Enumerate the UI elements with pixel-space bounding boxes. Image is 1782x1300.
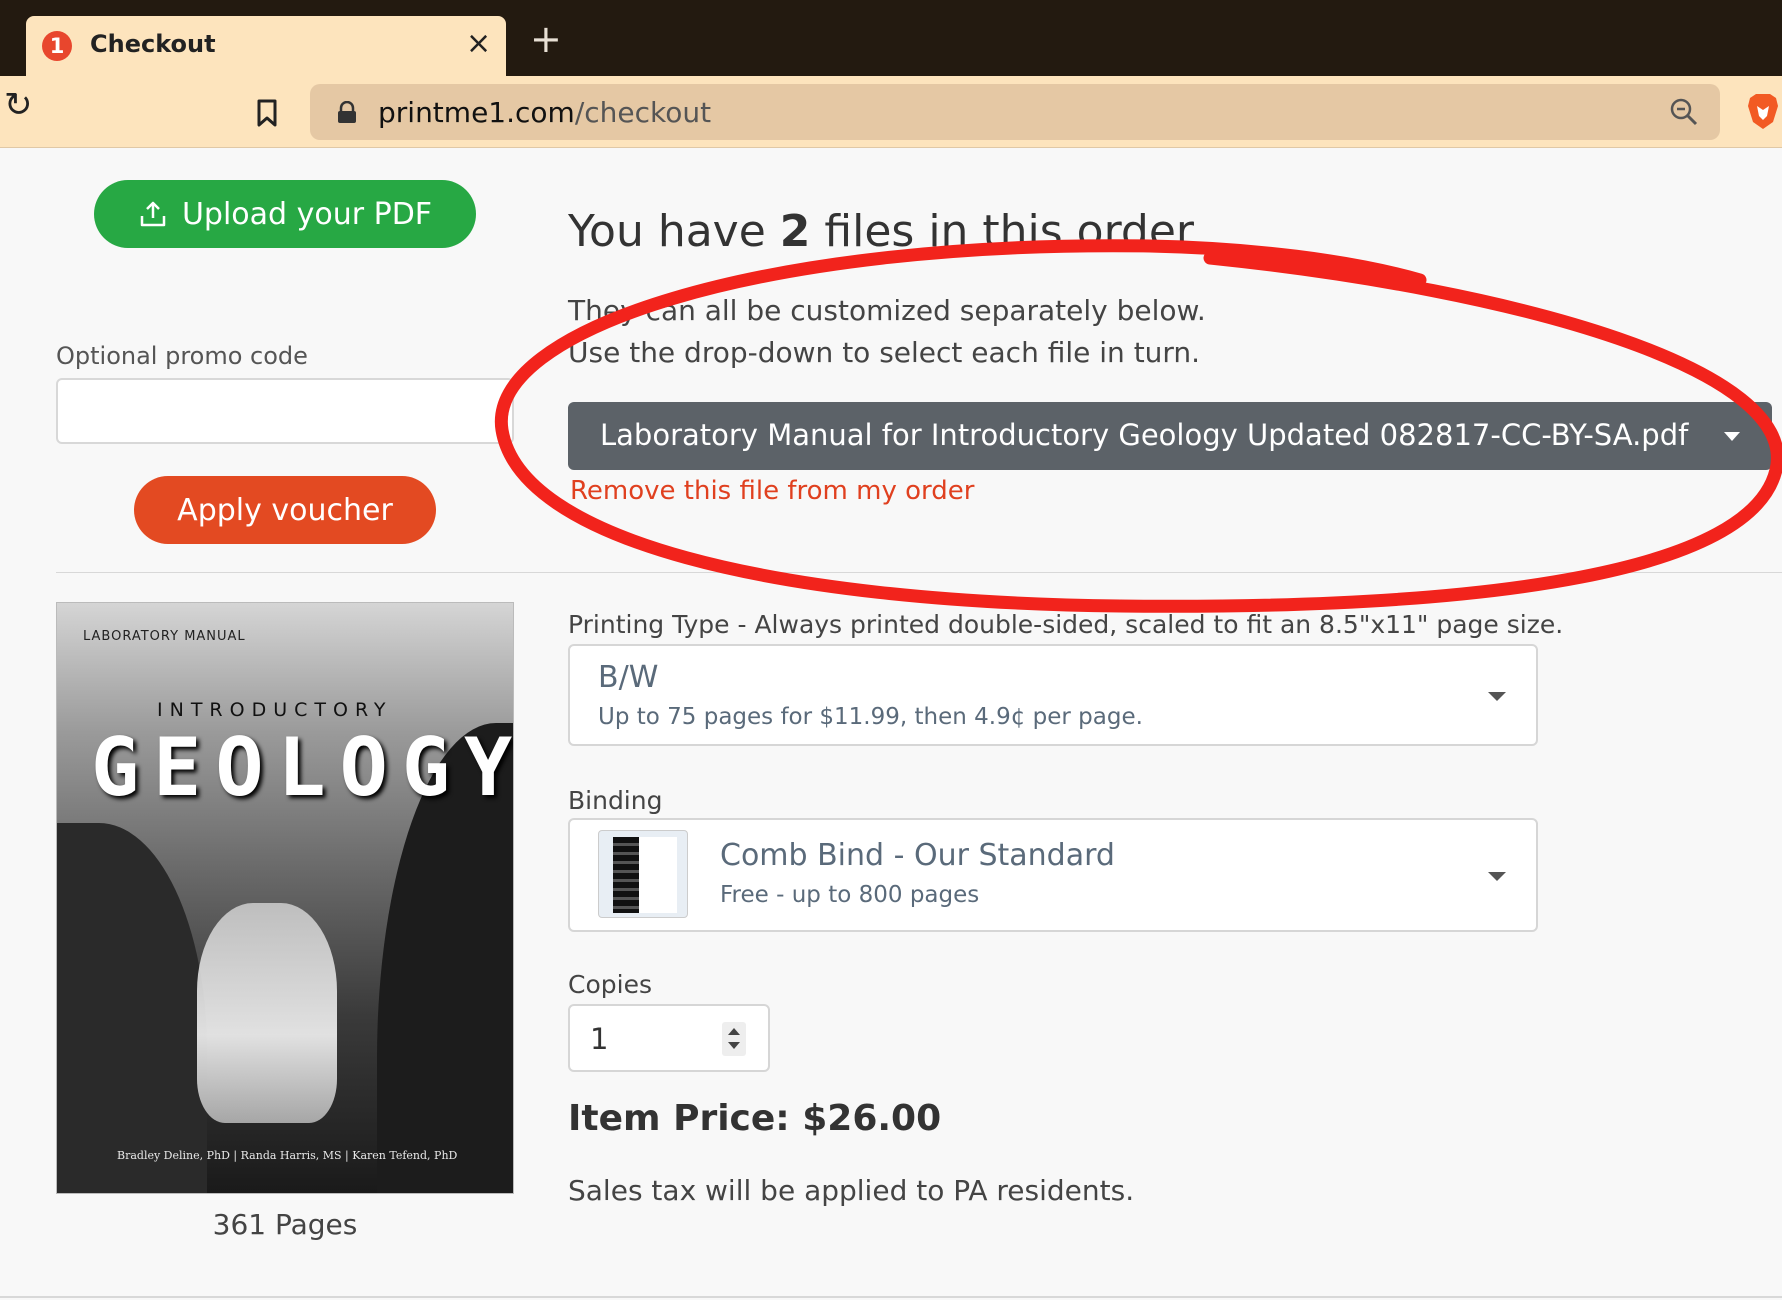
tab-title: Checkout — [90, 30, 216, 58]
spinner-arrows-icon[interactable] — [722, 1022, 746, 1056]
spinner-up-icon[interactable] — [728, 1028, 740, 1035]
remove-file-link[interactable]: Remove this file from my order — [570, 476, 974, 506]
printing-type-value: B/W — [598, 660, 659, 695]
new-tab-button[interactable]: + — [530, 20, 562, 58]
binding-dropdown[interactable]: Comb Bind - Our Standard Free - up to 80… — [568, 818, 1538, 932]
spinner-down-icon[interactable] — [728, 1042, 740, 1049]
numbered-badge-icon: 1 — [42, 31, 72, 61]
url-host: printme1.com — [378, 96, 575, 129]
printing-type-description: Up to 75 pages for $11.99, then 4.9¢ per… — [598, 704, 1143, 730]
thumb-comb-spine — [613, 837, 639, 913]
lock-icon — [338, 101, 356, 123]
order-heading-suffix: files in this order — [810, 206, 1195, 257]
page-bottom-divider — [0, 1296, 1782, 1298]
printing-type-label: Printing Type - Always printed double-si… — [568, 610, 1564, 639]
browser-toolbar: ↻ printme1.com/checkout — [0, 76, 1782, 148]
upload-icon — [140, 201, 166, 227]
cover-river — [197, 903, 337, 1123]
upload-pdf-button[interactable]: Upload your PDF — [94, 180, 476, 248]
binding-label: Binding — [568, 786, 663, 815]
order-instructions-1: They can all be customized separately be… — [568, 294, 1206, 327]
order-heading: You have 2 files in this order — [568, 206, 1194, 257]
copies-value: 1 — [590, 1022, 609, 1056]
promo-code-input[interactable] — [56, 378, 514, 444]
section-divider — [56, 572, 1782, 573]
cover-authors: Bradley Deline, PhD | Randa Harris, MS |… — [117, 1149, 458, 1162]
copies-stepper[interactable]: 1 — [568, 1004, 770, 1072]
order-instructions-2: Use the drop-down to select each file in… — [568, 336, 1201, 369]
caret-down-icon — [1488, 872, 1506, 881]
thumb-page — [637, 837, 677, 913]
caret-down-icon — [1488, 692, 1506, 701]
selected-file-name: Laboratory Manual for Introductory Geolo… — [600, 418, 1689, 452]
book-cover-image: LABORATORY MANUAL INTRODUCTORY GEOLOGY B… — [56, 602, 514, 1194]
promo-code-label: Optional promo code — [56, 342, 308, 370]
cover-small-title: LABORATORY MANUAL — [83, 629, 246, 644]
apply-voucher-button[interactable]: Apply voucher — [134, 476, 436, 544]
browser-tab-bar: 1 Checkout × + — [0, 0, 1782, 76]
cover-rock-left — [57, 823, 207, 1193]
file-select-dropdown[interactable]: Laboratory Manual for Introductory Geolo… — [568, 402, 1772, 470]
sales-tax-note: Sales tax will be applied to PA resident… — [568, 1174, 1135, 1207]
file-count: 2 — [779, 206, 811, 257]
upload-button-label: Upload your PDF — [181, 196, 433, 232]
reload-icon[interactable]: ↻ — [4, 88, 33, 122]
brave-lion-icon[interactable] — [1746, 92, 1780, 130]
comb-bind-thumbnail — [598, 830, 688, 918]
order-heading-prefix: You have — [568, 206, 780, 257]
binding-value: Comb Bind - Our Standard — [720, 838, 1115, 873]
binding-description: Free - up to 800 pages — [720, 882, 980, 908]
copies-label: Copies — [568, 970, 652, 999]
page-count: 361 Pages — [212, 1208, 358, 1241]
cover-intro-title: INTRODUCTORY — [157, 699, 393, 721]
url-path: /checkout — [574, 96, 712, 129]
item-price: Item Price: $26.00 — [568, 1098, 942, 1139]
address-bar[interactable]: printme1.com/checkout — [310, 84, 1720, 140]
url-text[interactable]: printme1.com/checkout — [378, 96, 711, 129]
close-icon[interactable]: × — [466, 26, 491, 61]
tab-checkout[interactable]: 1 Checkout × — [26, 16, 506, 76]
bookmark-icon[interactable] — [252, 98, 282, 128]
caret-down-icon — [1724, 432, 1740, 441]
cover-main-title: GEOLOGY — [91, 721, 514, 814]
printing-type-dropdown[interactable]: B/W Up to 75 pages for $11.99, then 4.9¢… — [568, 644, 1538, 746]
zoom-out-icon[interactable] — [1668, 96, 1700, 128]
